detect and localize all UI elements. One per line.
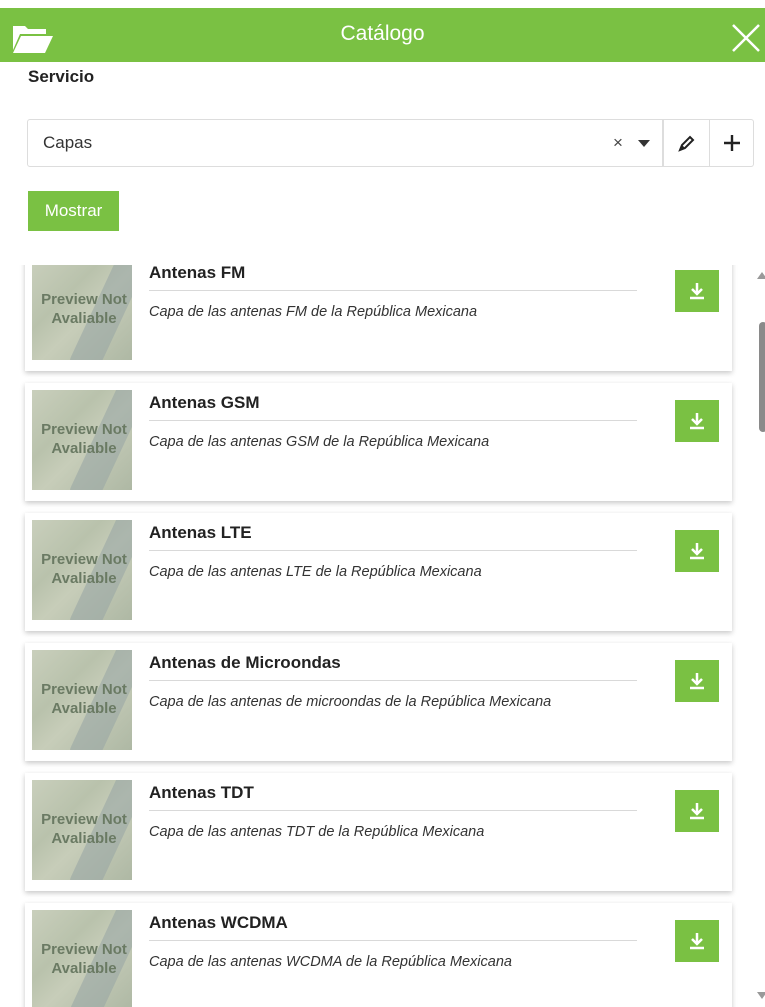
thumbnail-text-line1: Preview Not [41, 811, 127, 828]
layer-description: Capa de las antenas FM de la República M… [149, 304, 478, 320]
layer-description: Capa de las antenas TDT de la República … [149, 824, 485, 840]
download-button[interactable] [675, 920, 719, 962]
layer-title: Antenas TDT [149, 783, 254, 802]
divider [149, 290, 637, 291]
layer-card: Preview Not Avaliable Antenas de Microond… [25, 643, 732, 761]
thumbnail-text-line1: Preview Not [41, 681, 127, 698]
divider [149, 810, 637, 811]
thumbnail-text-line2: Avaliable [51, 960, 117, 977]
chevron-down-icon[interactable] [638, 140, 650, 147]
layer-description: Capa de las antenas GSM de la República … [149, 434, 490, 450]
clear-selection-icon[interactable]: × [613, 133, 623, 153]
divider [149, 420, 637, 421]
scroll-down-arrow-icon[interactable] [757, 992, 765, 999]
layer-description: Capa de las antenas LTE de la República … [149, 564, 482, 580]
download-icon [690, 543, 704, 560]
thumbnail-text-line1: Preview Not [41, 291, 127, 308]
close-icon[interactable] [730, 22, 762, 54]
show-button[interactable]: Mostrar [28, 191, 119, 231]
thumbnail-text-line2: Avaliable [51, 700, 117, 717]
layer-list[interactable]: Preview Not Avaliable Antenas FM Capa de … [0, 265, 765, 1007]
preview-thumbnail: Preview Not Avaliable [32, 780, 132, 880]
download-button[interactable] [675, 270, 719, 312]
pencil-icon [677, 135, 694, 152]
layer-title: Antenas de Microondas [149, 653, 341, 672]
thumbnail-text-line2: Avaliable [51, 570, 117, 587]
download-button[interactable] [675, 660, 719, 702]
layer-card: Preview Not Avaliable Antenas LTE Capa de… [25, 513, 732, 631]
layer-card: Preview Not Avaliable Antenas FM Capa de … [25, 265, 732, 371]
thumbnail-text-line1: Preview Not [41, 551, 127, 568]
catalog-header: Catálogo [0, 8, 765, 62]
preview-thumbnail: Preview Not Avaliable [32, 265, 132, 360]
download-icon [690, 673, 704, 690]
thumbnail-text-line2: Avaliable [51, 440, 117, 457]
add-service-button[interactable] [710, 119, 754, 167]
divider [149, 550, 637, 551]
edit-service-button[interactable] [663, 119, 710, 167]
header-title: Catálogo [340, 22, 425, 45]
scroll-up-arrow-icon[interactable] [757, 272, 765, 279]
download-button[interactable] [675, 530, 719, 572]
download-icon [690, 283, 704, 300]
layer-card: Preview Not Avaliable Antenas WCDMA Capa … [25, 903, 732, 1007]
preview-thumbnail: Preview Not Avaliable [32, 390, 132, 490]
download-button[interactable] [675, 790, 719, 832]
layer-card: Preview Not Avaliable Antenas TDT Capa de… [25, 773, 732, 891]
layer-title: Antenas FM [149, 265, 246, 282]
download-icon [690, 413, 704, 430]
plus-icon [723, 135, 740, 151]
thumbnail-text-line2: Avaliable [51, 310, 117, 327]
divider [149, 940, 637, 941]
preview-thumbnail: Preview Not Avaliable [32, 650, 132, 750]
thumbnail-text-line1: Preview Not [41, 941, 127, 958]
thumbnail-text-line2: Avaliable [51, 830, 117, 847]
download-icon [690, 803, 704, 820]
download-icon [690, 933, 704, 950]
select-value: Capas [43, 133, 93, 152]
layer-title: Antenas LTE [149, 523, 252, 542]
service-label: Servicio [28, 67, 95, 86]
thumbnail-text-line1: Preview Not [41, 421, 127, 438]
scrollbar-thumb[interactable] [759, 322, 765, 432]
layer-title: Antenas GSM [149, 393, 260, 412]
download-button[interactable] [675, 400, 719, 442]
layer-description: Capa de las antenas WCDMA de la Repúblic… [149, 954, 512, 970]
layer-title: Antenas WCDMA [149, 913, 288, 932]
layer-description: Capa de las antenas de microondas de la … [149, 694, 552, 710]
preview-thumbnail: Preview Not Avaliable [32, 520, 132, 620]
preview-thumbnail: Preview Not Avaliable [32, 910, 132, 1007]
service-select[interactable]: Capas × [27, 119, 663, 167]
layer-card: Preview Not Avaliable Antenas GSM Capa de… [25, 383, 732, 501]
divider [149, 680, 637, 681]
